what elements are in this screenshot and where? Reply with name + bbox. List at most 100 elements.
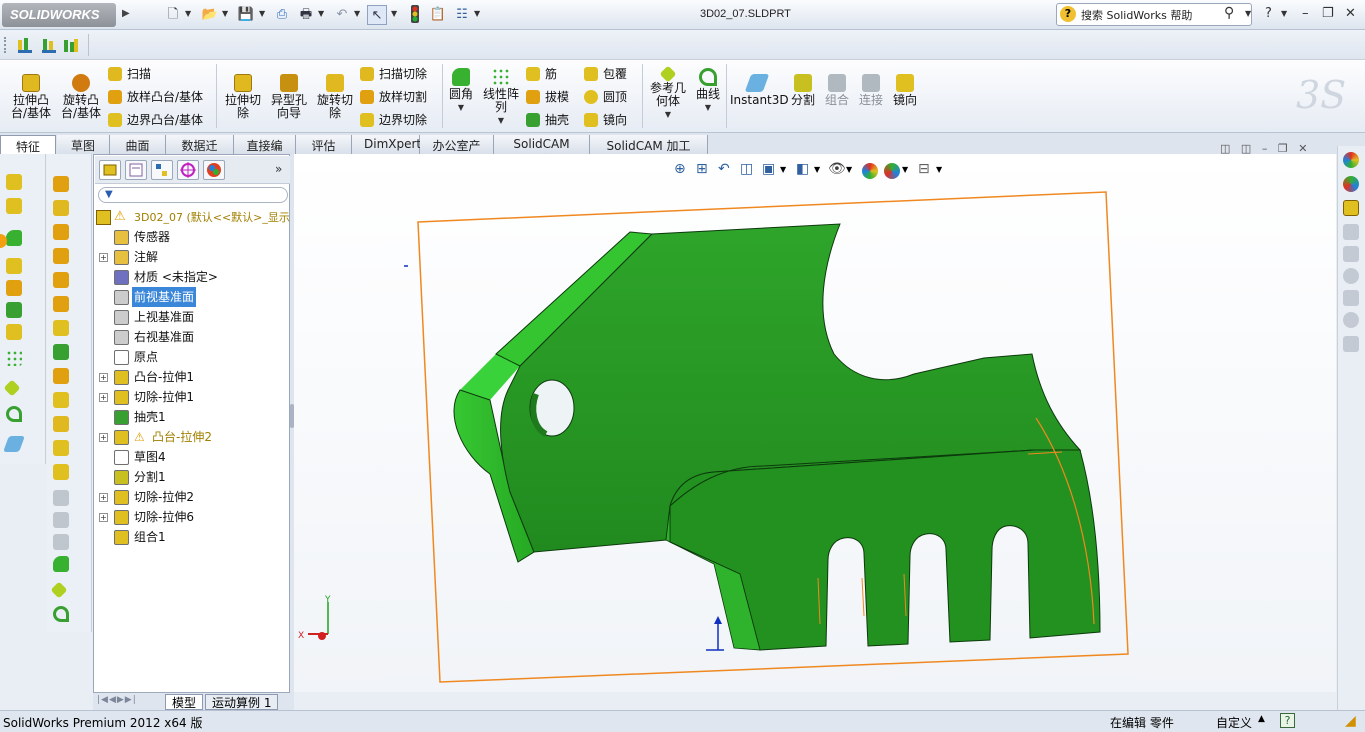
curves-icon[interactable] [6, 406, 22, 422]
appearances-icon[interactable] [1343, 152, 1359, 168]
search-results-icon[interactable] [1343, 268, 1359, 284]
cavity-icon[interactable] [53, 440, 69, 456]
shell-icon[interactable] [6, 302, 22, 318]
minimize-button[interactable]: – [1302, 6, 1309, 21]
tab-solidcam-machining[interactable]: SolidCAM 加工工程 [590, 135, 708, 170]
chevron-down-icon[interactable]: ▼ [259, 9, 265, 18]
restore-button[interactable]: ❐ [1322, 6, 1334, 21]
chevron-down-icon[interactable]: ▼ [1245, 9, 1251, 18]
sweep-icon[interactable] [53, 176, 69, 192]
expand-toggle-icon[interactable]: + [99, 513, 108, 522]
expand-panel-icon[interactable]: » [275, 162, 282, 176]
tree-item[interactable]: 右视基准面 [94, 327, 291, 347]
tree-item[interactable]: + 注解 [94, 247, 291, 267]
dome-button[interactable]: 圆顶 [584, 89, 627, 112]
join-button[interactable]: 连接 [856, 74, 886, 107]
mirror-big-button[interactable]: 镜向 [890, 74, 920, 107]
chevron-down-icon[interactable]: ▼ [222, 9, 228, 18]
fillet-icon[interactable] [53, 556, 69, 572]
select-pointer-icon[interactable]: ↖ [367, 5, 387, 25]
chevron-down-icon[interactable]: ▼ [480, 114, 522, 127]
dome-icon[interactable] [53, 272, 69, 288]
draft-button[interactable]: 拔模 [526, 89, 569, 112]
tree-item[interactable]: + 切除-拉伸2 [94, 487, 291, 507]
tab-evaluate[interactable]: 评估 [296, 135, 352, 154]
split-icon[interactable] [53, 320, 69, 336]
chevron-down-icon[interactable]: ▼ [444, 101, 478, 114]
chevron-down-icon[interactable]: ▼ [474, 9, 480, 18]
grip-handle[interactable] [4, 37, 7, 53]
display-manager-tab-icon[interactable] [203, 160, 225, 180]
chevron-up-icon[interactable]: ▲ [1258, 714, 1265, 724]
property-manager-icon[interactable] [62, 36, 80, 54]
instant3d-button[interactable]: Instant3D [730, 74, 789, 107]
hole-icon[interactable] [53, 392, 69, 408]
chevron-down-icon[interactable]: ▼ [646, 108, 690, 121]
menu-arrow-icon[interactable]: ▶ [122, 8, 130, 19]
expand-toggle-icon[interactable]: + [99, 253, 108, 262]
chevron-down-icon[interactable]: ▼ [391, 9, 397, 18]
resources-icon[interactable] [1343, 336, 1359, 352]
configuration-manager-tab-icon[interactable] [151, 160, 173, 180]
tree-item[interactable]: 前视基准面 [94, 287, 291, 307]
tab-data-migration[interactable]: 数据迁移 [166, 135, 234, 170]
combine-icon[interactable] [53, 416, 69, 432]
printer-icon[interactable]: 🖶 [296, 5, 316, 25]
scale-icon[interactable] [53, 368, 69, 384]
fillet-button[interactable]: 圆角 ▼ [444, 68, 478, 114]
curves-button[interactable]: 曲线 ▼ [692, 68, 724, 114]
reference-geometry-icon[interactable] [3, 379, 21, 397]
hole-wizard-button[interactable]: 异型孔 向导 [266, 74, 312, 120]
expand-toggle-icon[interactable]: + [99, 493, 108, 502]
chevron-down-icon[interactable]: ▼ [185, 9, 191, 18]
rib-icon[interactable] [6, 258, 22, 274]
custom-properties-icon[interactable] [1343, 290, 1359, 306]
save-icon[interactable]: 💾 [236, 5, 256, 25]
search-input[interactable]: 搜索 SolidWorks 帮助 [1056, 3, 1252, 26]
feature-manager-icon[interactable] [16, 36, 34, 54]
split-button[interactable]: 分割 [788, 74, 818, 107]
chevron-down-icon[interactable]: ▼ [1281, 9, 1287, 18]
feature-manager-tab-icon[interactable] [99, 160, 121, 180]
undo-icon[interactable]: ↶ [332, 5, 352, 25]
extrude-boss-button[interactable]: 拉伸凸 台/基体 [8, 74, 54, 120]
design-library-icon[interactable] [1343, 200, 1359, 216]
open-folder-icon[interactable]: 📂 [200, 5, 220, 25]
tree-root[interactable]: ⚠ 3D02_07 (默认<<默认>_显示 [94, 207, 291, 227]
tree-item[interactable]: 草图4 [94, 447, 291, 467]
tree-item[interactable]: + 凸台-拉伸1 [94, 367, 291, 387]
indent-icon[interactable] [53, 464, 69, 480]
help-status-icon[interactable]: ? [1280, 713, 1295, 728]
chevron-down-icon[interactable]: ▼ [354, 9, 360, 18]
tab-solidcam-stock[interactable]: SolidCAM 工件 [494, 135, 590, 167]
linear-pattern-button[interactable]: 线性阵 列 ▼ [480, 68, 522, 127]
file-explorer-icon[interactable] [1343, 224, 1359, 240]
tab-motion-study[interactable]: 运动算例 1 [205, 694, 279, 710]
combine-button[interactable]: 组合 [822, 74, 852, 107]
tree-item[interactable]: 原点 [94, 347, 291, 367]
reference-geometry-icon[interactable] [50, 581, 68, 599]
loft-icon[interactable] [53, 200, 69, 216]
tree-item[interactable]: 组合1 [94, 527, 291, 547]
tree-item[interactable]: + ⚠ 凸台-拉伸2 [94, 427, 291, 447]
wrap-button[interactable]: 包覆 [584, 66, 627, 89]
document-recovery-icon[interactable] [1343, 312, 1359, 328]
units-selector[interactable]: 自定义 [1216, 714, 1252, 731]
draft-icon[interactable] [53, 248, 69, 264]
print-icon[interactable]: ⎙ [272, 5, 292, 25]
swept-cut-button[interactable]: 扫描切除 [360, 66, 427, 89]
dimxpert-tab-icon[interactable] [177, 160, 199, 180]
property-manager-tab-icon[interactable] [125, 160, 147, 180]
traffic-light-icon[interactable] [405, 5, 425, 25]
tree-item[interactable]: 传感器 [94, 227, 291, 247]
lofted-cut-button[interactable]: 放样切割 [360, 89, 427, 112]
expand-toggle-icon[interactable]: + [99, 373, 108, 382]
tab-office-products[interactable]: 办公室产品 [420, 135, 494, 170]
curves-icon[interactable] [53, 606, 69, 622]
tab-sketch[interactable]: 草图 [57, 135, 110, 154]
new-document-icon[interactable]: 🗋 [163, 5, 183, 25]
fillet-icon[interactable] [6, 230, 22, 246]
sweep-button[interactable]: 扫描 [108, 66, 203, 89]
tab-dimxpert[interactable]: DimXpert [352, 135, 421, 154]
tab-direct-editing[interactable]: 直接编辑 [234, 135, 296, 170]
